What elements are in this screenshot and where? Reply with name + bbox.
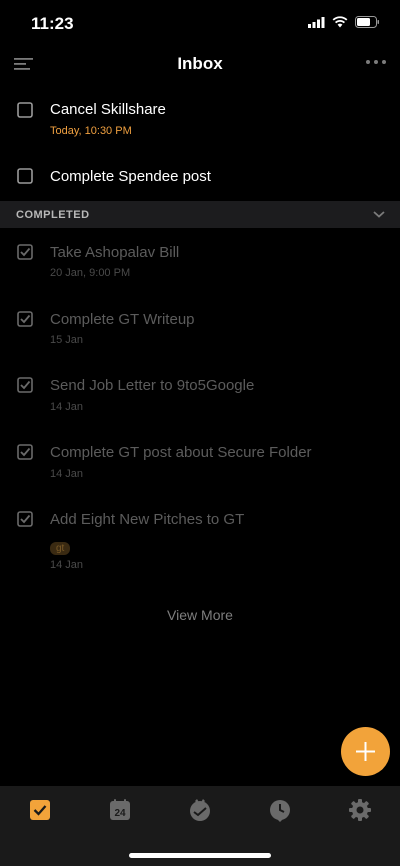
view-more-button[interactable]: View More — [0, 607, 400, 623]
header: Inbox — [0, 46, 400, 82]
checkbox-checked-icon[interactable] — [17, 311, 33, 327]
checkbox-unchecked-icon[interactable] — [17, 102, 33, 118]
completed-task-item[interactable]: Send Job Letter to 9to5Google 14 Jan — [0, 376, 400, 418]
plus-icon — [356, 742, 375, 761]
completed-task-item[interactable]: Complete GT Writeup 15 Jan — [0, 309, 400, 351]
task-title: Send Job Letter to 9to5Google — [50, 377, 255, 394]
chevron-down-icon — [373, 211, 385, 218]
task-title: Take Ashopalav Bill — [50, 244, 180, 261]
add-task-button[interactable] — [341, 727, 390, 776]
task-due-date: 14 Jan — [50, 559, 84, 571]
task-title: Cancel Skillshare — [50, 101, 166, 118]
task-due-date: 14 Jan — [50, 468, 84, 480]
page-title: Inbox — [177, 54, 223, 73]
status-time: 11:23 — [31, 14, 74, 33]
completed-task-item[interactable]: Complete GT post about Secure Folder 14 … — [0, 443, 400, 485]
completed-section-header[interactable]: COMPLETED — [0, 201, 400, 228]
task-title: Complete GT Writeup — [50, 311, 195, 328]
calendar-day: 24 — [114, 808, 126, 819]
checkbox-checked-icon[interactable] — [17, 444, 33, 460]
checkbox-checked-icon[interactable] — [17, 244, 33, 260]
task-title: Add Eight New Pitches to GT — [50, 511, 245, 528]
battery-icon — [355, 16, 379, 28]
task-title: Complete GT post about Secure Folder — [50, 444, 312, 461]
calendar-icon[interactable]: 24 — [108, 798, 132, 822]
home-indicator[interactable] — [129, 853, 271, 858]
settings-gear-icon[interactable] — [348, 798, 372, 822]
checkbox-checked-icon[interactable] — [17, 511, 33, 527]
task-item[interactable]: Complete Spendee post — [0, 165, 400, 191]
task-due-date: 15 Jan — [50, 334, 84, 346]
task-item[interactable]: Cancel Skillshare Today, 10:30 PM — [0, 98, 400, 144]
task-due-date: Today, 10:30 PM — [50, 125, 132, 137]
task-title: Complete Spendee post — [50, 168, 211, 185]
task-due-date: 14 Jan — [50, 401, 84, 413]
more-options-icon[interactable] — [364, 52, 388, 72]
habit-icon[interactable] — [188, 798, 212, 822]
completed-task-item[interactable]: Take Ashopalav Bill 20 Jan, 9:00 PM — [0, 242, 400, 284]
task-due-date: 20 Jan, 9:00 PM — [50, 267, 131, 279]
tasks-icon[interactable] — [28, 798, 52, 822]
task-tag[interactable]: gt — [50, 542, 71, 555]
status-bar: 11:23 — [0, 0, 400, 46]
checkbox-checked-icon[interactable] — [17, 377, 33, 393]
cellular-signal-icon — [308, 16, 325, 28]
section-label: COMPLETED — [16, 209, 90, 221]
wifi-icon — [332, 16, 348, 28]
pomodoro-clock-icon[interactable] — [268, 798, 292, 822]
checkbox-unchecked-icon[interactable] — [17, 168, 33, 184]
